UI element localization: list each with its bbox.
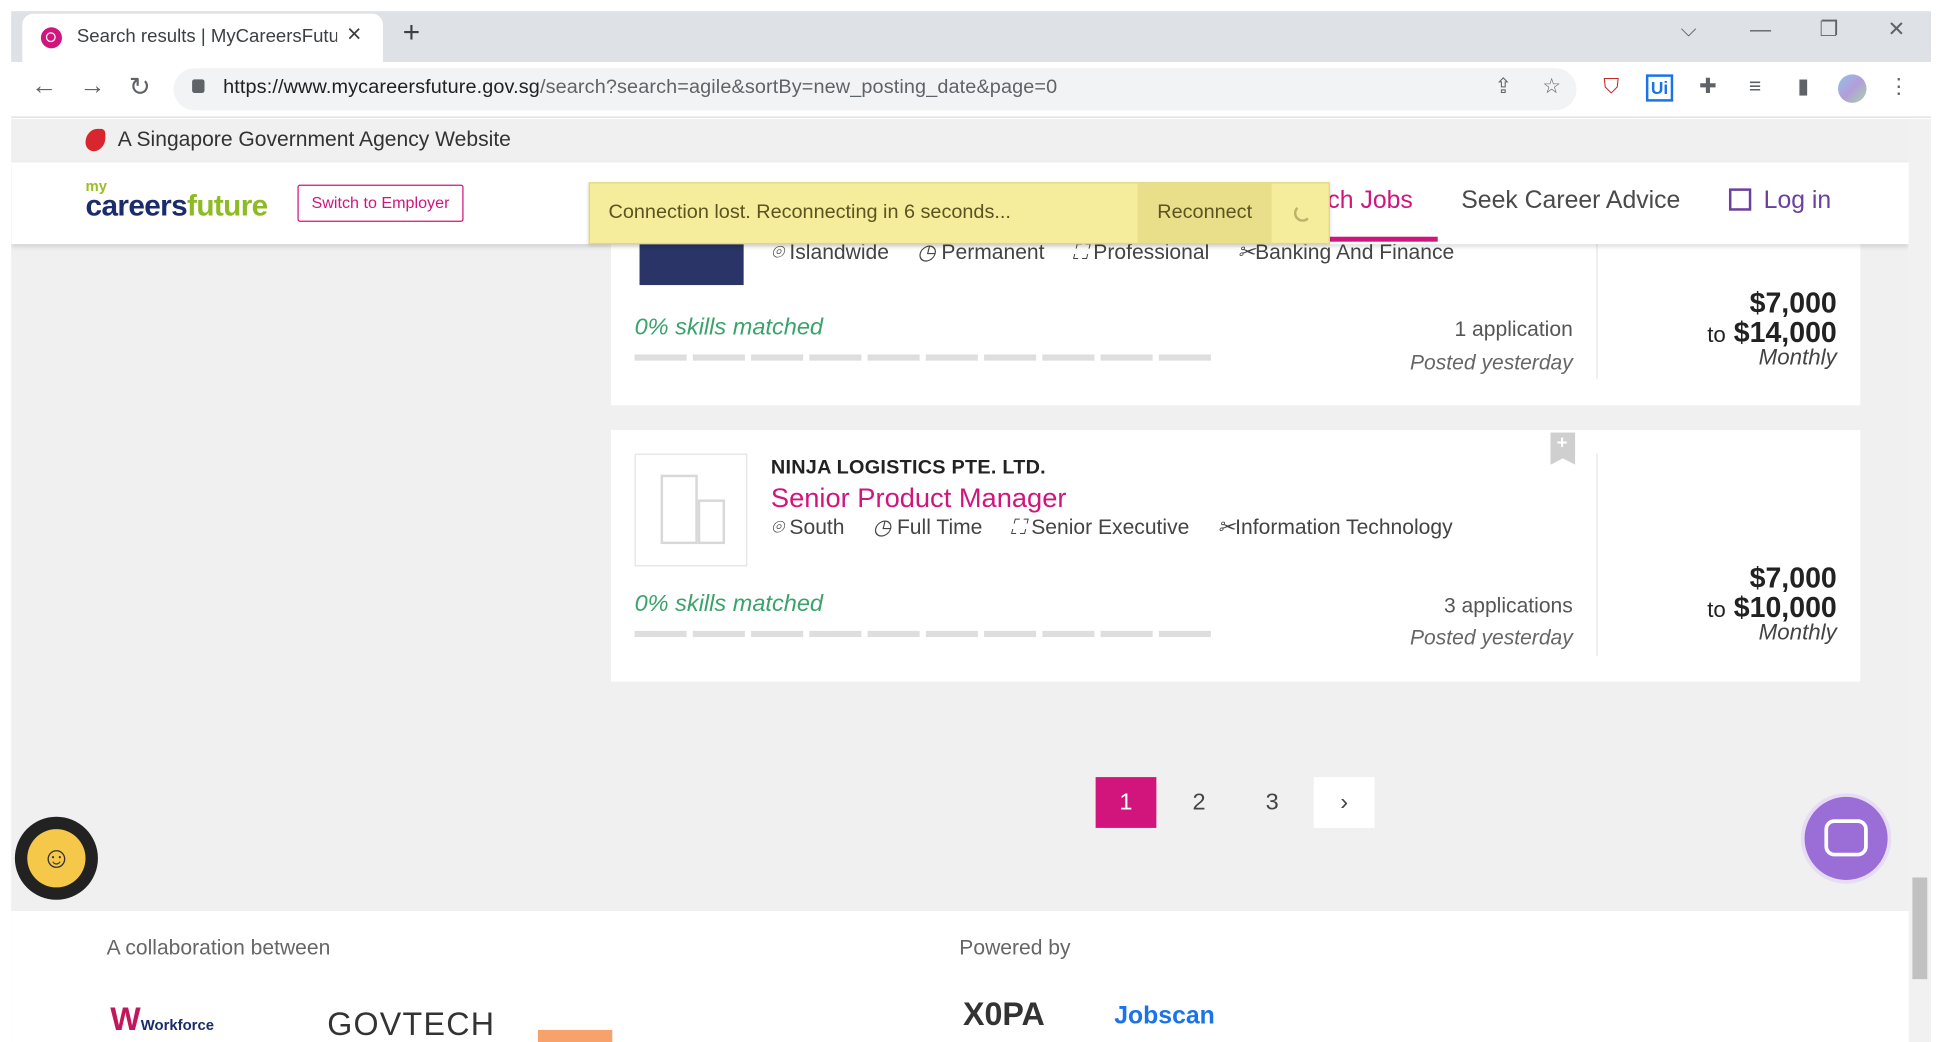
extensions-puzzle-icon[interactable]: ✚	[1694, 74, 1721, 101]
login-icon	[1728, 188, 1752, 211]
company-logo	[634, 453, 748, 567]
nav-login[interactable]: Log in	[1728, 187, 1831, 216]
side-panel-icon[interactable]: ▮	[1790, 74, 1817, 101]
forward-icon[interactable]: →	[79, 72, 105, 102]
toast-message: Connection lost. Reconnecting in 6 secon…	[608, 202, 1011, 224]
skills-matched: 0% skills matched	[634, 314, 824, 341]
ui-extension-icon[interactable]: Ui	[1645, 74, 1674, 102]
location-tag: ⌾ South	[770, 515, 845, 540]
posted-date: Posted yesterday	[1409, 350, 1573, 375]
chatbot-button[interactable]	[1800, 793, 1892, 884]
salary-from: $7,000	[1749, 286, 1837, 319]
profile-avatar[interactable]	[1838, 74, 1867, 103]
minimize-icon[interactable]: —	[1750, 17, 1771, 42]
salary-to-prefix: to	[1707, 597, 1726, 623]
reconnect-button[interactable]: Reconnect	[1137, 183, 1272, 243]
url-host: https://www.mycareersfuture.gov.sg	[223, 76, 540, 98]
jobscan-logo: Jobscan	[1114, 1002, 1215, 1030]
robot-icon	[1824, 819, 1868, 857]
url-path: /search?search=agile&sortBy=new_posting_…	[539, 76, 1058, 98]
salary-frequency: Monthly	[1758, 619, 1837, 645]
reload-icon[interactable]: ↻	[129, 72, 151, 103]
bookmark-star-icon[interactable]: ☆	[1538, 74, 1565, 101]
menu-kebab-icon[interactable]: ⋮	[1885, 74, 1912, 101]
back-icon[interactable]: ←	[31, 72, 57, 102]
connection-lost-toast: Connection lost. Reconnecting in 6 secon…	[588, 182, 1330, 245]
site-footer: A collaboration between Powered by WWork…	[11, 910, 1909, 1042]
job-card[interactable]: ⌾ Islandwide ◷ Permanent ⛶ Professional …	[611, 218, 1861, 406]
feedback-button[interactable]: ☺	[14, 816, 98, 900]
tab-search-icon[interactable]: ⌵	[1681, 17, 1697, 42]
employment-type-tag: ◷ Full Time	[872, 515, 983, 540]
page-2-button[interactable]: 2	[1169, 777, 1230, 828]
next-page-button[interactable]: ›	[1313, 777, 1375, 828]
lock-icon	[192, 79, 205, 93]
restore-icon[interactable]: ❐	[1819, 17, 1838, 42]
skills-matched: 0% skills matched	[634, 591, 824, 618]
job-title[interactable]: Senior Product Manager	[771, 482, 1067, 514]
posted-date: Posted yesterday	[1409, 625, 1573, 650]
category-tag: ✂Information Technology	[1217, 515, 1453, 540]
tab-close-icon[interactable]: ×	[347, 21, 361, 50]
tab-title: Search results | MyCareersFuture	[76, 26, 338, 48]
switch-to-employer-button[interactable]: Switch to Employer	[297, 184, 464, 222]
extension-shield-icon[interactable]: ⛉	[1598, 74, 1625, 101]
salary-frequency: Monthly	[1758, 344, 1837, 370]
window-close-icon[interactable]: ✕	[1888, 17, 1906, 42]
tools-icon: ✂	[1217, 515, 1236, 540]
collab-label: A collaboration between	[106, 935, 331, 960]
new-tab-icon[interactable]: +	[403, 16, 420, 51]
govtech-logo: GOVTECH	[327, 1005, 496, 1042]
applications-count: 1 application	[1454, 317, 1573, 341]
map-pin-icon: ⌾	[770, 515, 784, 540]
xopa-logo: X0PA	[963, 995, 1045, 1033]
lion-head-icon	[85, 128, 106, 152]
gov-banner: A Singapore Government Agency Website	[11, 118, 1909, 163]
browser-tab[interactable]: Search results | MyCareersFuture ×	[22, 13, 383, 62]
nav-search-jobs[interactable]: ch Jobs	[1327, 187, 1412, 216]
nav-seek-career-advice[interactable]: Seek Career Advice	[1461, 187, 1680, 216]
org-chart-icon: ⛶	[1010, 515, 1026, 540]
scrollbar-thumb[interactable]	[1912, 877, 1928, 980]
company-name: NINJA LOGISTICS PTE. LTD.	[770, 457, 1046, 479]
card-divider	[1596, 453, 1598, 656]
share-icon[interactable]: ⇪	[1490, 74, 1517, 101]
wsg-logo: WWorkforce	[110, 1000, 215, 1038]
seniority-tag: ⛶ Senior Executive	[1010, 515, 1190, 540]
tab-favicon-icon	[40, 27, 62, 49]
salary-to-prefix: to	[1707, 322, 1726, 348]
applications-count: 3 applications	[1443, 593, 1573, 618]
skills-bar	[634, 354, 1218, 361]
page-3-button[interactable]: 3	[1242, 777, 1303, 828]
timer-icon: ◷	[872, 515, 892, 540]
page-content: A Singapore Government Agency Website ⌾ …	[11, 118, 1909, 1042]
url-text[interactable]: https://www.mycareersfuture.gov.sg/searc…	[223, 77, 1057, 99]
footer-accent	[537, 1029, 613, 1042]
page-1-button[interactable]: 1	[1095, 777, 1157, 828]
skills-bar	[634, 630, 1218, 638]
building-icon	[660, 474, 698, 545]
mycareersfuture-logo[interactable]: my careersfuture	[86, 178, 269, 221]
media-queue-icon[interactable]: ≡	[1741, 74, 1768, 101]
gov-banner-text: A Singapore Government Agency Website	[117, 127, 511, 152]
bookmark-icon[interactable]	[1550, 432, 1576, 465]
job-meta: ⌾ South ◷ Full Time ⛶ Senior Executive ✂…	[771, 516, 1475, 541]
job-card[interactable]: NINJA LOGISTICS PTE. LTD. Senior Product…	[611, 430, 1861, 682]
loading-spinner-icon	[1293, 204, 1312, 222]
powered-by-label: Powered by	[959, 935, 1071, 960]
salary-from: $7,000	[1749, 561, 1837, 594]
smiley-icon: ☺	[27, 829, 86, 888]
